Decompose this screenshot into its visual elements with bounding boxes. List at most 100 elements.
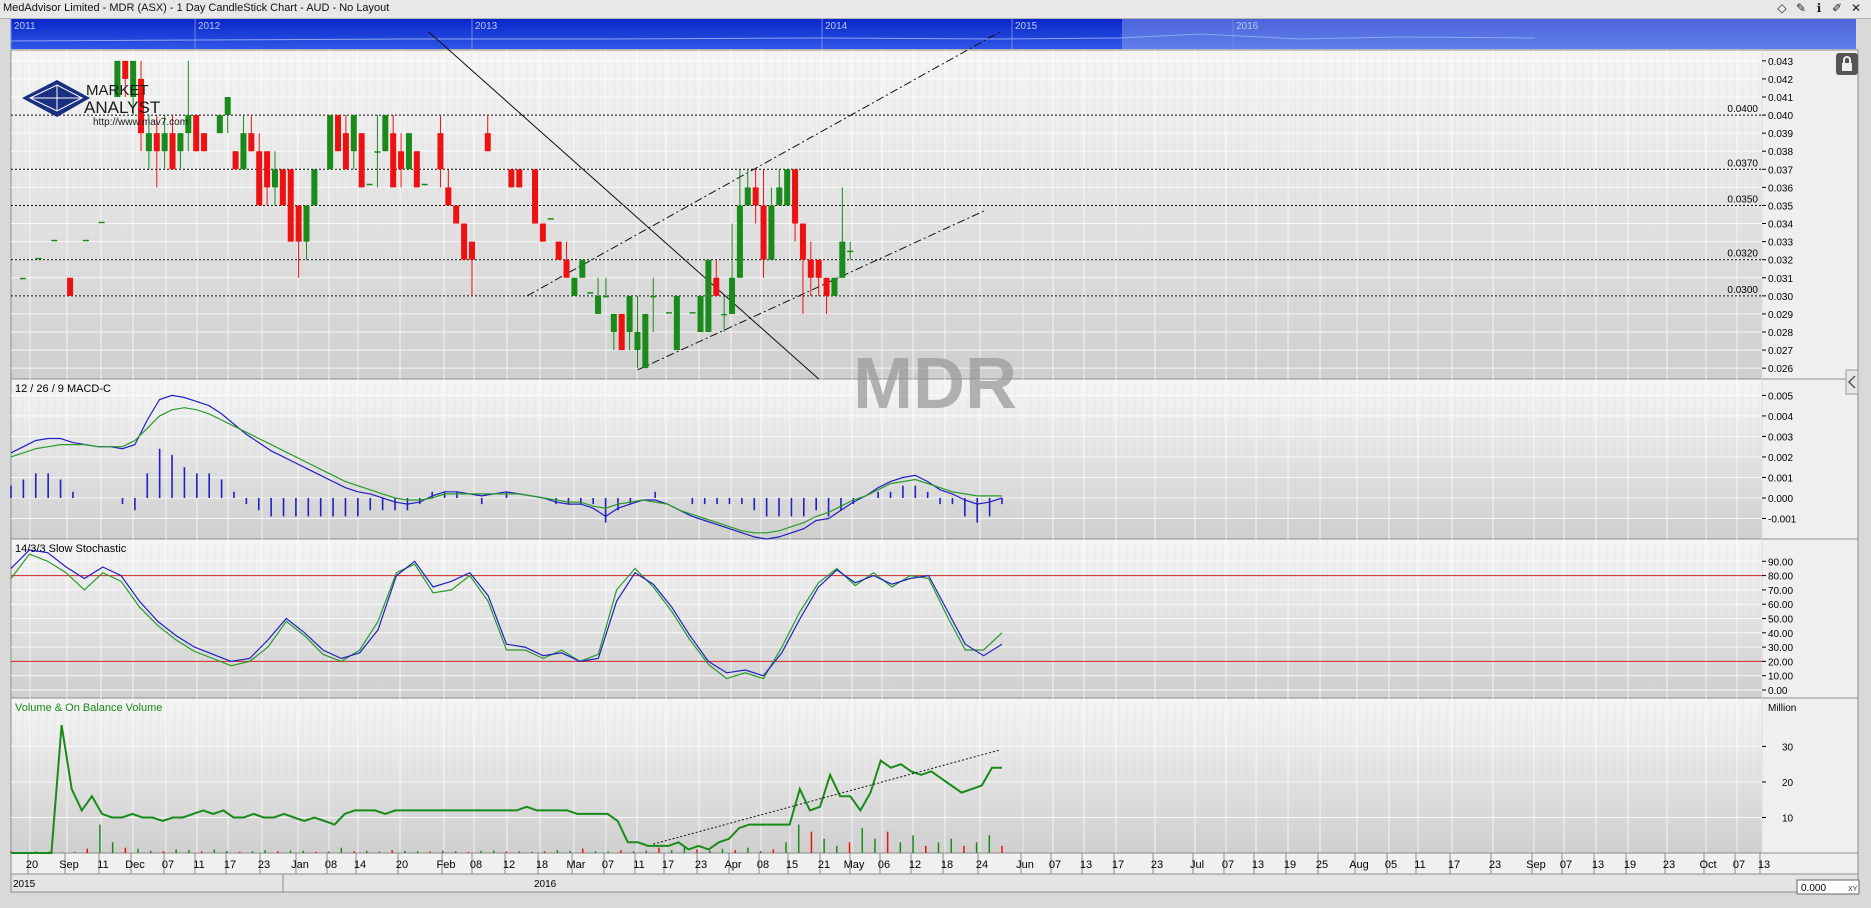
panel-volume-y-axis [1761,697,1859,854]
candle[interactable] [587,292,594,294]
diamond-icon[interactable]: ◇ [1775,1,1789,16]
macd-title: 12 / 26 / 9 MACD-C [15,383,111,395]
candle-body [67,277,74,296]
candle[interactable] [461,223,468,260]
macd-y-label: 0.005 [1768,391,1793,402]
overview-year-label: 2013 [475,21,498,32]
volume-unit: Million [1768,703,1796,714]
candle[interactable] [508,169,515,188]
overview-navigator[interactable]: 2011 2012 2013 2014 2015 2016 [10,19,1856,49]
candle-body [768,205,775,260]
candle-body [579,259,586,278]
x-year-bar [10,873,1859,893]
candle[interactable] [287,169,294,242]
candle[interactable] [216,115,223,134]
candle[interactable] [642,313,649,369]
candle[interactable] [421,183,428,186]
candle-body [437,133,444,170]
x-tick-label: Feb [437,859,456,871]
candle-body [610,313,617,332]
candle[interactable] [19,277,26,280]
candle-body [350,115,357,152]
candle-body [847,250,854,253]
candle-body [35,257,42,260]
candle-body [303,205,310,242]
x-tick-label: 12 [503,859,515,871]
candle-body [453,205,460,224]
macd-y-label: 0.000 [1768,494,1793,505]
candle[interactable] [539,223,546,242]
overview-selection[interactable] [1122,19,1856,49]
candle[interactable] [705,259,712,332]
overview-year-label: 2012 [198,21,221,32]
x-tick-label: May [844,859,865,871]
candle[interactable] [51,239,58,242]
volume-y-label: 30 [1782,742,1794,753]
candle[interactable] [697,295,704,332]
candle-body [468,241,475,260]
candle[interactable] [82,239,89,242]
overview-year-label: 2014 [825,21,848,32]
candle-body [673,295,680,351]
candle[interactable] [98,221,105,224]
candle[interactable] [571,277,578,296]
candle-body [358,133,365,188]
x-tick-label: 25 [1316,859,1328,871]
candle[interactable] [327,115,334,170]
candle[interactable] [784,169,791,206]
x-tick-label: 17 [224,859,236,871]
candle[interactable] [279,169,286,206]
candle-body [721,313,728,316]
collapse-arrow-icon[interactable] [1845,369,1859,395]
candle-body [532,169,539,224]
wrench-icon[interactable]: ✐ [1830,1,1844,16]
candle[interactable] [335,115,342,152]
candle[interactable] [831,277,838,296]
lock-icon[interactable] [1836,53,1858,75]
info-icon[interactable]: ℹ [1812,1,1826,16]
candle[interactable] [311,169,318,206]
candle[interactable] [193,115,200,152]
stochastic-title: 14/3/3 Slow Stochastic [15,543,127,555]
candle-body [516,169,523,188]
close-icon[interactable]: ✕ [1849,1,1863,16]
window-titlebar: MedAdvisor Limited - MDR (ASX) - 1 Day C… [0,0,1871,19]
candle[interactable] [689,312,696,314]
candle[interactable] [579,259,586,278]
candle[interactable] [532,169,539,224]
price-y-label: 0.039 [1768,129,1793,140]
candle[interactable] [67,277,74,296]
chart-canvas[interactable]: 2011 2012 2013 2014 2015 2016 20 Sep 11 Dec 07 11 1… [0,19,1871,908]
candle[interactable] [547,218,554,220]
candle-body [831,277,838,296]
candle[interactable] [665,312,672,314]
price-y-label: 0.027 [1768,346,1793,357]
candle[interactable] [232,151,239,170]
x-tick-label: 07 [162,859,174,871]
candle-body [713,277,720,296]
candle-body [201,133,208,152]
candle[interactable] [673,295,680,351]
candle-body [398,151,405,170]
logo-url[interactable]: http://www.mav7.com [93,117,188,128]
candle[interactable] [555,241,562,260]
stochastic-y-label: 30.00 [1768,643,1793,654]
candle[interactable] [453,205,460,224]
price-y-label: 0.033 [1768,238,1793,249]
candle[interactable] [413,151,420,188]
candle[interactable] [618,313,625,351]
window-title: MedAdvisor Limited - MDR (ASX) - 1 Day C… [3,2,390,14]
cursor-value-box[interactable]: 0.000 XY [1796,879,1860,895]
overview-year-label: 2011 [14,21,36,32]
panel-volume[interactable] [10,697,1859,854]
candle[interactable] [516,169,523,188]
candle[interactable] [366,183,373,186]
x-tick-label: Dec [125,859,145,871]
candle[interactable] [358,133,365,188]
candle[interactable] [201,133,208,152]
pin-icon[interactable]: ✎ [1794,1,1808,16]
candle[interactable] [35,257,42,260]
price-y-label: 0.043 [1768,57,1793,68]
candle[interactable] [405,133,412,170]
candle[interactable] [382,115,389,152]
